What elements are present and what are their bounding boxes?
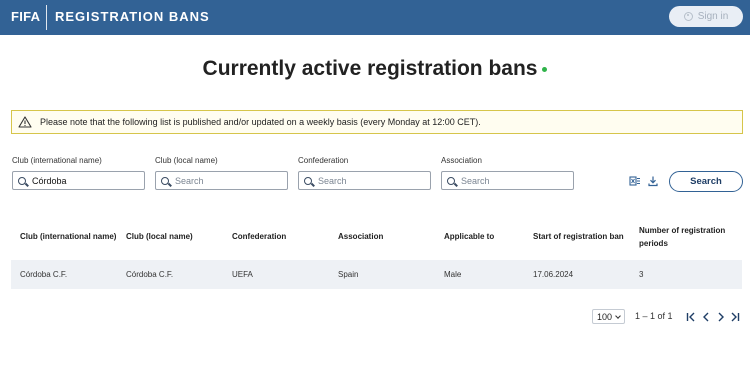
filter-association: Association [441, 156, 574, 190]
column-header-club-international[interactable]: Club (international name) [11, 230, 117, 243]
bans-table: Club (international name) Club (local na… [11, 213, 742, 289]
fifa-logo[interactable]: FIFA [11, 9, 40, 24]
filter-confederation-label: Confederation [298, 156, 349, 165]
top-bar: FIFA REGISTRATION BANS Sign in [0, 0, 750, 35]
warning-icon [18, 116, 32, 128]
first-page-icon[interactable] [685, 311, 697, 323]
search-icon [447, 176, 455, 185]
column-header-association[interactable]: Association [329, 230, 435, 243]
page-title: Currently active registration bans [0, 57, 750, 81]
search-icon [304, 176, 312, 185]
cell-periods: 3 [639, 270, 644, 279]
filter-club-local: Club (local name) [155, 156, 288, 190]
filter-confederation-box[interactable] [298, 171, 431, 190]
search-button[interactable]: Search [669, 171, 743, 192]
notice-text: Please note that the following list is p… [40, 117, 481, 127]
filter-club-local-box[interactable] [155, 171, 288, 190]
association-input[interactable] [461, 175, 561, 186]
page-title-text: Currently active registration bans [202, 57, 538, 80]
download-icon[interactable] [647, 175, 659, 187]
app-name: REGISTRATION BANS [55, 9, 210, 24]
cell-start-date: 17.06.2024 [533, 270, 574, 279]
sign-in-label: Sign in [697, 11, 729, 22]
cell-club-local: Córdoba C.F. [126, 270, 174, 279]
filter-club-international: Club (international name) [12, 156, 145, 190]
last-page-icon[interactable] [729, 311, 741, 323]
user-icon [683, 12, 693, 21]
column-header-confederation[interactable]: Confederation [223, 230, 329, 243]
cell-association: Spain [338, 270, 359, 279]
logo-divider [46, 5, 47, 30]
column-header-club-local[interactable]: Club (local name) [117, 230, 223, 243]
excel-export-icon[interactable] [629, 175, 641, 187]
club-local-input[interactable] [175, 175, 275, 186]
search-icon [18, 176, 26, 185]
club-international-input[interactable] [32, 175, 132, 186]
chevron-down-icon [615, 313, 621, 319]
sign-in-button[interactable]: Sign in [669, 6, 743, 27]
filter-club-local-label: Club (local name) [155, 156, 218, 165]
cell-applicable-to: Male [444, 270, 462, 279]
live-indicator-icon [542, 66, 548, 72]
table-header: Club (international name) Club (local na… [11, 213, 742, 260]
filter-club-international-label: Club (international name) [12, 156, 102, 165]
search-icon [161, 176, 169, 185]
filter-association-label: Association [441, 156, 482, 165]
page-size-select[interactable]: 100 [592, 309, 625, 324]
table-row[interactable]: Córdoba C.F. Córdoba C.F. UEFA Spain Mal… [11, 260, 742, 289]
confederation-input[interactable] [318, 175, 418, 186]
cell-confederation: UEFA [232, 270, 253, 279]
next-page-icon[interactable] [715, 311, 727, 323]
filter-confederation: Confederation [298, 156, 431, 190]
page-size-value: 100 [597, 311, 613, 322]
page-range: 1 – 1 of 1 [635, 311, 673, 321]
filter-club-international-box[interactable] [12, 171, 145, 190]
column-header-applicable-to[interactable]: Applicable to [435, 230, 524, 243]
column-header-periods[interactable]: Number of registration periods [630, 224, 742, 250]
notice-banner: Please note that the following list is p… [11, 110, 743, 134]
filter-association-box[interactable] [441, 171, 574, 190]
previous-page-icon[interactable] [700, 311, 712, 323]
paginator: 100 1 – 1 of 1 [0, 309, 750, 325]
column-header-start-date[interactable]: Start of registration ban [524, 230, 630, 243]
cell-club-international: Córdoba C.F. [20, 270, 68, 279]
